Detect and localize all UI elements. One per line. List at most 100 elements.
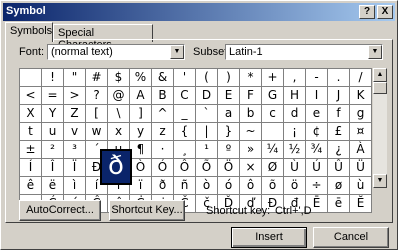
symbol-cell[interactable]: ,	[284, 69, 306, 87]
symbol-cell[interactable]: E	[218, 87, 240, 105]
symbol-cell[interactable]: ¿	[328, 141, 350, 159]
symbol-scrollbar[interactable]: ▲ ▼	[373, 68, 387, 188]
autocorrect-button[interactable]: AutoCorrect...	[19, 200, 101, 221]
symbol-cell[interactable]: &	[152, 69, 174, 87]
symbol-cell[interactable]: ¹	[196, 141, 218, 159]
symbol-cell[interactable]: Ĕ	[350, 195, 372, 213]
symbol-cell[interactable]: a	[218, 105, 240, 123]
symbol-cell[interactable]: }	[218, 123, 240, 141]
symbol-cell[interactable]: K	[350, 87, 372, 105]
symbol-cell[interactable]: Í	[20, 159, 42, 177]
symbol-cell[interactable]: ö	[284, 177, 306, 195]
symbol-cell[interactable]: ø	[328, 177, 350, 195]
symbol-cell[interactable]: F	[240, 87, 262, 105]
symbol-cell[interactable]: Ï	[64, 159, 86, 177]
symbol-cell[interactable]: ¾	[306, 141, 328, 159]
symbol-cell[interactable]: ì	[64, 177, 86, 195]
symbol-cell[interactable]: t	[20, 123, 42, 141]
symbol-cell[interactable]: \	[108, 105, 130, 123]
symbol-cell[interactable]: d	[284, 105, 306, 123]
symbol-cell[interactable]: Ù	[284, 159, 306, 177]
symbol-cell[interactable]: w	[86, 123, 108, 141]
symbol-cell[interactable]: ï	[130, 177, 152, 195]
symbol-cell[interactable]: @	[108, 87, 130, 105]
symbol-cell[interactable]: z	[152, 123, 174, 141]
symbol-cell[interactable]: B	[152, 87, 174, 105]
insert-button[interactable]: Insert	[231, 227, 307, 248]
symbol-cell[interactable]: v	[64, 123, 86, 141]
symbol-cell[interactable]: $	[108, 69, 130, 87]
symbol-cell[interactable]: x	[108, 123, 130, 141]
subset-select[interactable]: Latin-1 ▼	[225, 44, 383, 60]
symbol-cell[interactable]: !	[42, 69, 64, 87]
symbol-cell[interactable]: À	[350, 141, 372, 159]
symbol-cell[interactable]: [	[86, 105, 108, 123]
scroll-thumb[interactable]	[373, 82, 387, 94]
symbol-cell[interactable]: e	[306, 105, 328, 123]
symbol-cell[interactable]: A	[130, 87, 152, 105]
symbol-cell[interactable]: ~	[240, 123, 262, 141]
symbol-cell[interactable]: *	[240, 69, 262, 87]
symbol-cell[interactable]: ¡	[284, 123, 306, 141]
symbol-cell[interactable]: £	[328, 123, 350, 141]
symbol-cell[interactable]: g	[350, 105, 372, 123]
symbol-cell[interactable]: ¼	[262, 141, 284, 159]
symbol-cell[interactable]: '	[174, 69, 196, 87]
symbol-cell[interactable]: `	[196, 105, 218, 123]
symbol-cell[interactable]: D	[196, 87, 218, 105]
symbol-cell[interactable]: f	[328, 105, 350, 123]
symbol-cell[interactable]: ·	[152, 141, 174, 159]
symbol-cell[interactable]: b	[240, 105, 262, 123]
symbol-cell[interactable]: ?	[86, 87, 108, 105]
symbol-cell[interactable]: ]	[130, 105, 152, 123]
symbol-cell[interactable]: y	[130, 123, 152, 141]
symbol-cell[interactable]	[262, 123, 284, 141]
tab-symbols[interactable]: Symbols	[5, 22, 53, 42]
symbol-cell[interactable]: +	[262, 69, 284, 87]
symbol-cell[interactable]: ×	[240, 159, 262, 177]
symbol-cell[interactable]: ½	[284, 141, 306, 159]
shortcut-key-button[interactable]: Shortcut Key...	[109, 200, 185, 221]
scroll-up-icon[interactable]: ▲	[373, 68, 387, 82]
symbol-cell[interactable]: >	[64, 87, 86, 105]
symbol-cell[interactable]: X	[20, 105, 42, 123]
symbol-cell[interactable]: ë	[42, 177, 64, 195]
symbol-cell[interactable]: Y	[42, 105, 64, 123]
symbol-cell[interactable]: ³	[64, 141, 86, 159]
symbol-cell[interactable]: õ	[262, 177, 284, 195]
symbol-cell[interactable]: ê	[20, 177, 42, 195]
symbol-cell[interactable]: .	[328, 69, 350, 87]
symbol-cell[interactable]: ē	[328, 195, 350, 213]
symbol-cell[interactable]: _	[174, 105, 196, 123]
symbol-grid[interactable]: ! " # $% & '() * +, -. / < = >? @ A B C D E F G H I J K X Y Z[\] ^ _ `…	[19, 68, 372, 213]
symbol-cell[interactable]: Î	[42, 159, 64, 177]
symbol-cell[interactable]: I	[306, 87, 328, 105]
symbol-cell[interactable]: Ú	[306, 159, 328, 177]
symbol-cell[interactable]: J	[328, 87, 350, 105]
symbol-cell[interactable]: ¢	[306, 123, 328, 141]
symbol-cell[interactable]: %	[130, 69, 152, 87]
symbol-cell[interactable]: {	[174, 123, 196, 141]
symbol-cell[interactable]: ò	[196, 177, 218, 195]
symbol-cell[interactable]: ù	[350, 177, 372, 195]
symbol-cell[interactable]: |	[196, 123, 218, 141]
symbol-cell[interactable]: ô	[240, 177, 262, 195]
symbol-cell[interactable]: Ô	[174, 159, 196, 177]
symbol-cell[interactable]: ²	[42, 141, 64, 159]
cancel-button[interactable]: Cancel	[313, 227, 389, 248]
symbol-cell[interactable]: C	[174, 87, 196, 105]
symbol-cell[interactable]: Z	[64, 105, 86, 123]
chevron-down-icon[interactable]: ▼	[368, 45, 382, 59]
symbol-cell[interactable]: ñ	[174, 177, 196, 195]
symbol-cell[interactable]: u	[42, 123, 64, 141]
symbol-cell[interactable]: <	[20, 87, 42, 105]
symbol-cell[interactable]: (	[196, 69, 218, 87]
symbol-cell[interactable]	[20, 69, 42, 87]
symbol-cell[interactable]: ^	[152, 105, 174, 123]
symbol-cell[interactable]: Ü	[350, 159, 372, 177]
symbol-cell[interactable]: ±	[20, 141, 42, 159]
symbol-cell[interactable]: "	[64, 69, 86, 87]
symbol-cell[interactable]: H	[284, 87, 306, 105]
symbol-cell[interactable]: #	[86, 69, 108, 87]
help-button[interactable]: ?	[359, 5, 375, 19]
